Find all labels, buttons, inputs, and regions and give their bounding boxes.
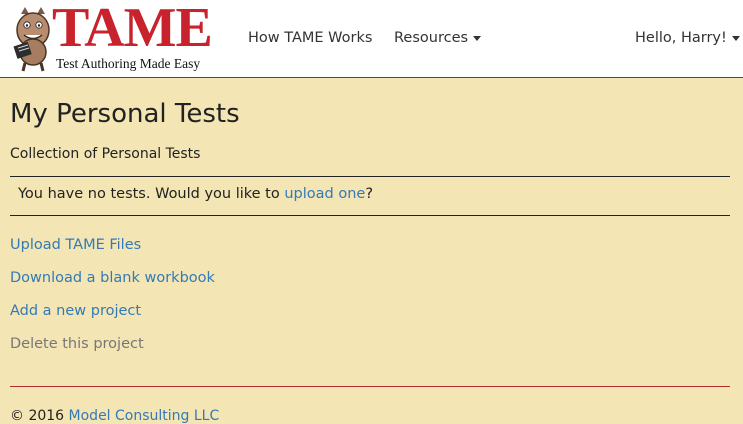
nav-resources-dropdown[interactable]: Resources bbox=[394, 30, 482, 46]
upload-tame-files-link[interactable]: Upload TAME Files bbox=[10, 237, 141, 253]
brand-logo[interactable]: TAME Test Authoring Made Easy bbox=[8, 0, 223, 74]
navbar: TAME Test Authoring Made Easy How TAME W… bbox=[0, 0, 743, 78]
add-new-project-link[interactable]: Add a new project bbox=[10, 303, 141, 319]
brand-name: TAME bbox=[52, 0, 213, 59]
delete-project-link: Delete this project bbox=[10, 336, 144, 352]
upload-one-link[interactable]: upload one bbox=[284, 186, 365, 202]
nav-how-tame-works[interactable]: How TAME Works bbox=[248, 30, 372, 46]
download-blank-workbook-link[interactable]: Download a blank workbook bbox=[10, 270, 215, 286]
empty-notice: You have no tests. Would you like to upl… bbox=[10, 176, 730, 216]
footer-copyright: © 2016 bbox=[10, 408, 69, 424]
notice-after: ? bbox=[365, 186, 374, 202]
page-subtitle: Collection of Personal Tests bbox=[10, 146, 201, 162]
footer: © 2016 Model Consulting LLC bbox=[10, 408, 219, 424]
chevron-down-icon bbox=[731, 35, 740, 41]
brand-tagline: Test Authoring Made Easy bbox=[56, 56, 201, 71]
empty-notice-text: You have no tests. Would you like to upl… bbox=[18, 186, 373, 202]
company-link[interactable]: Model Consulting LLC bbox=[69, 408, 220, 424]
footer-divider bbox=[10, 386, 730, 387]
user-menu-dropdown[interactable]: Hello, Harry! bbox=[635, 30, 740, 46]
page-title: My Personal Tests bbox=[10, 99, 240, 129]
user-greeting: Hello, Harry! bbox=[635, 30, 727, 46]
chevron-down-icon bbox=[473, 35, 482, 41]
notice-before: You have no tests. Would you like to bbox=[18, 186, 285, 202]
nav-resources-label: Resources bbox=[394, 30, 469, 46]
monster-mascot-icon bbox=[13, 7, 50, 72]
